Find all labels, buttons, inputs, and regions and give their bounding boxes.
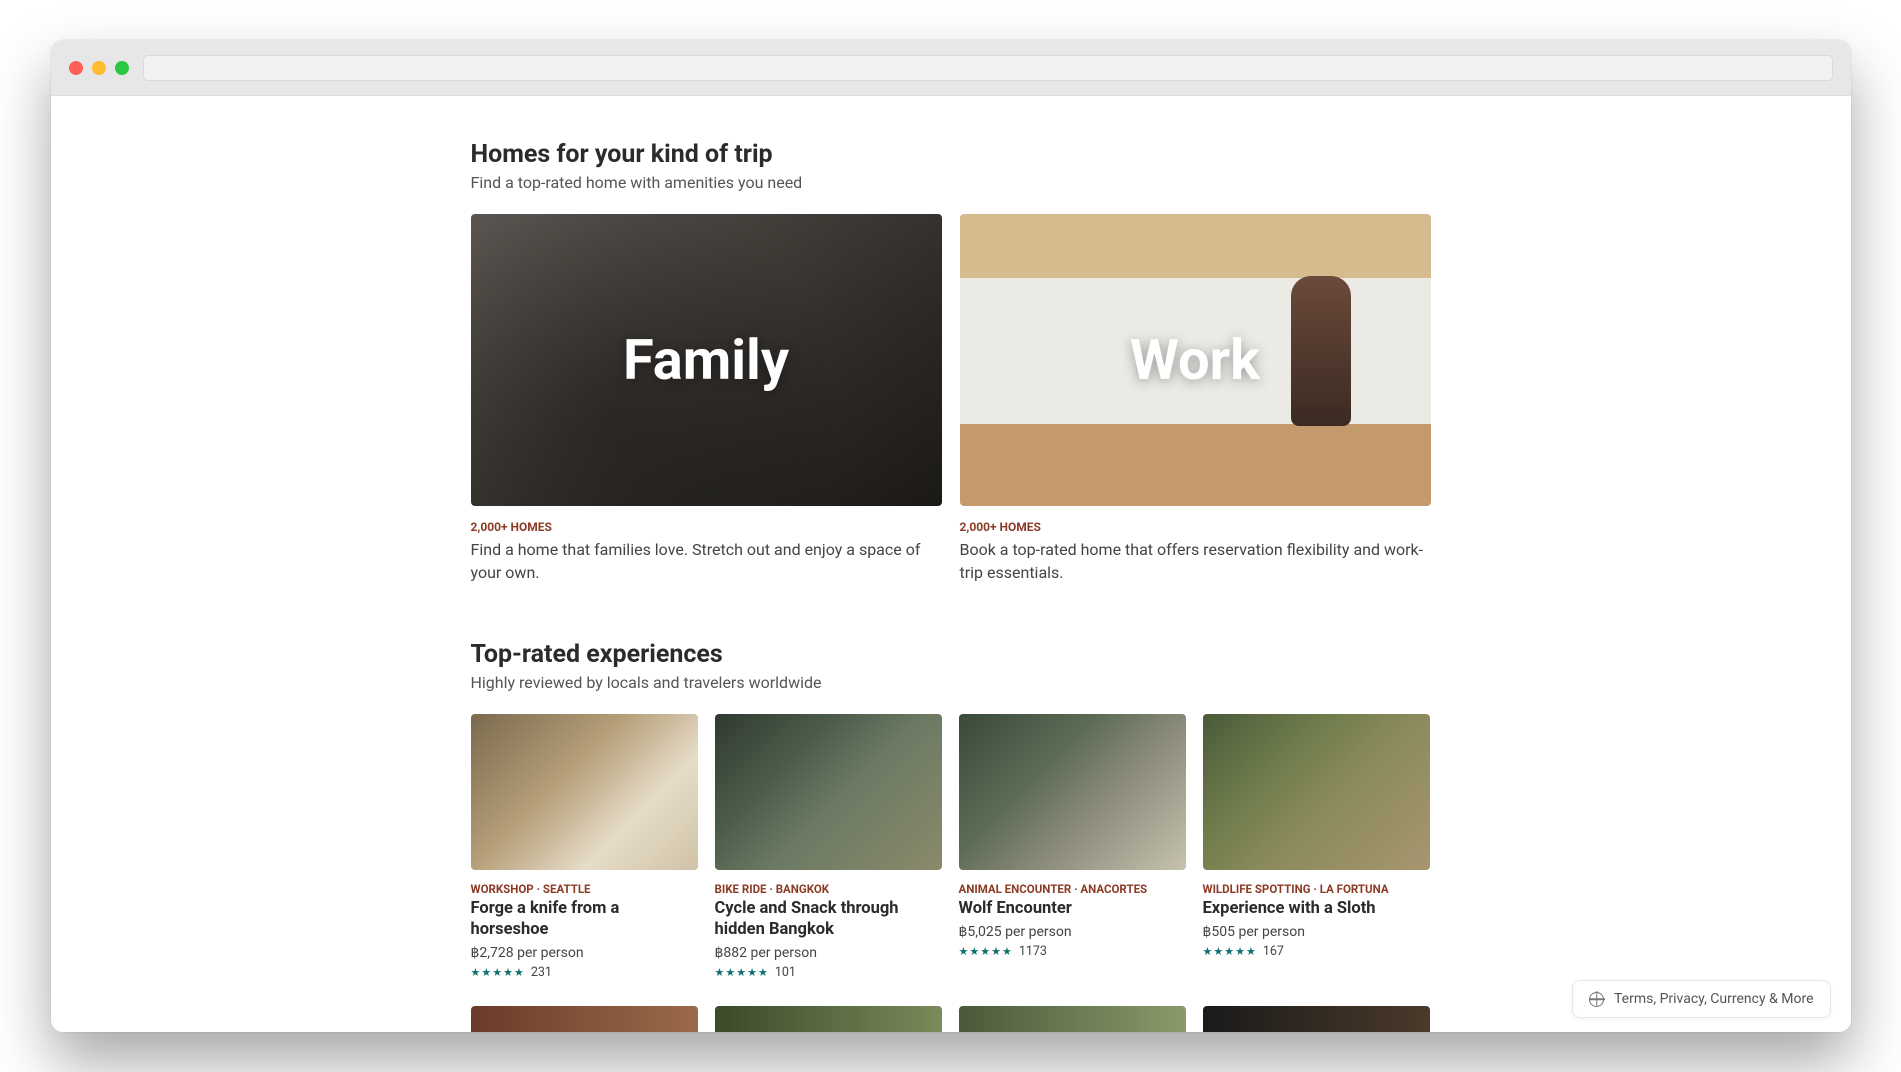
trip-card-work-image: Work bbox=[960, 214, 1431, 506]
experience-card-0[interactable]: WORKSHOP · SEATTLE Forge a knife from a … bbox=[471, 714, 698, 979]
window-controls bbox=[69, 61, 129, 75]
experience-card-1[interactable]: BIKE RIDE · BANGKOK Cycle and Snack thro… bbox=[715, 714, 942, 979]
experience-category: WORKSHOP · SEATTLE bbox=[471, 882, 698, 896]
experience-title: Cycle and Snack through hidden Bangkok bbox=[715, 899, 942, 940]
experience-rating: ★★★★★ 1173 bbox=[959, 944, 1186, 959]
star-icon: ★★★★★ bbox=[471, 966, 525, 979]
experience-price: ฿2,728 per person bbox=[471, 945, 698, 961]
experiences-section-subtitle: Highly reviewed by locals and travelers … bbox=[471, 673, 1431, 692]
experience-card-2[interactable]: ANIMAL ENCOUNTER · ANACORTES Wolf Encoun… bbox=[959, 714, 1186, 979]
homes-section-title: Homes for your kind of trip bbox=[471, 140, 1431, 169]
experience-image bbox=[1203, 714, 1430, 870]
experience-price: ฿882 per person bbox=[715, 945, 942, 961]
star-icon: ★★★★★ bbox=[959, 945, 1013, 958]
experience-rating: ★★★★★ 101 bbox=[715, 965, 942, 980]
star-icon: ★★★★★ bbox=[715, 966, 769, 979]
experience-image bbox=[471, 714, 698, 870]
experience-card-peek[interactable] bbox=[1203, 1006, 1430, 1032]
experiences-next-row bbox=[471, 1006, 1431, 1032]
experience-rating: ★★★★★ 167 bbox=[1203, 944, 1430, 959]
experience-rating: ★★★★★ 231 bbox=[471, 965, 698, 980]
browser-window: Homes for your kind of trip Find a top-r… bbox=[51, 40, 1851, 1032]
footer-settings-button[interactable]: Terms, Privacy, Currency & More bbox=[1572, 980, 1831, 1018]
close-window-button[interactable] bbox=[69, 61, 83, 75]
maximize-window-button[interactable] bbox=[115, 61, 129, 75]
experiences-section: Top-rated experiences Highly reviewed by… bbox=[471, 640, 1431, 1032]
trip-card-work[interactable]: Work 2,000+ HOMES Book a top-rated home … bbox=[960, 214, 1431, 584]
experience-category: ANIMAL ENCOUNTER · ANACORTES bbox=[959, 882, 1186, 896]
globe-icon bbox=[1589, 992, 1604, 1007]
experience-price: ฿5,025 per person bbox=[959, 924, 1186, 940]
trip-card-family-image: Family bbox=[471, 214, 942, 506]
trip-card-family[interactable]: Family 2,000+ HOMES Find a home that fam… bbox=[471, 214, 942, 584]
experience-review-count: 101 bbox=[775, 965, 796, 980]
experience-review-count: 167 bbox=[1263, 944, 1284, 959]
footer-settings-label: Terms, Privacy, Currency & More bbox=[1614, 991, 1814, 1007]
experience-title: Wolf Encounter bbox=[959, 899, 1186, 920]
experience-image bbox=[715, 714, 942, 870]
experience-review-count: 1173 bbox=[1019, 944, 1047, 959]
homes-section-subtitle: Find a top-rated home with amenities you… bbox=[471, 173, 1431, 192]
experience-card-peek[interactable] bbox=[959, 1006, 1186, 1032]
experience-category: BIKE RIDE · BANGKOK bbox=[715, 882, 942, 896]
page-viewport: Homes for your kind of trip Find a top-r… bbox=[51, 96, 1851, 1032]
experience-card-peek[interactable] bbox=[715, 1006, 942, 1032]
minimize-window-button[interactable] bbox=[92, 61, 106, 75]
experience-card-peek[interactable] bbox=[471, 1006, 698, 1032]
experience-card-3[interactable]: WILDLIFE SPOTTING · LA FORTUNA Experienc… bbox=[1203, 714, 1430, 979]
experience-review-count: 231 bbox=[531, 965, 552, 980]
homes-section: Homes for your kind of trip Find a top-r… bbox=[471, 140, 1431, 584]
trip-card-work-overlay: Work bbox=[1130, 327, 1260, 393]
experience-price: ฿505 per person bbox=[1203, 924, 1430, 940]
trip-card-family-desc: Find a home that families love. Stretch … bbox=[471, 538, 942, 584]
trip-card-work-desc: Book a top-rated home that offers reserv… bbox=[960, 538, 1431, 584]
browser-chrome bbox=[51, 40, 1851, 96]
url-bar[interactable] bbox=[143, 55, 1833, 81]
trip-card-family-tag: 2,000+ HOMES bbox=[471, 520, 942, 534]
experience-category: WILDLIFE SPOTTING · LA FORTUNA bbox=[1203, 882, 1430, 896]
trip-card-family-overlay: Family bbox=[623, 327, 789, 393]
experience-title: Experience with a Sloth bbox=[1203, 899, 1430, 920]
experience-title: Forge a knife from a horseshoe bbox=[471, 899, 698, 940]
experience-image bbox=[959, 714, 1186, 870]
trip-card-work-tag: 2,000+ HOMES bbox=[960, 520, 1431, 534]
star-icon: ★★★★★ bbox=[1203, 945, 1257, 958]
experiences-section-title: Top-rated experiences bbox=[471, 640, 1431, 669]
